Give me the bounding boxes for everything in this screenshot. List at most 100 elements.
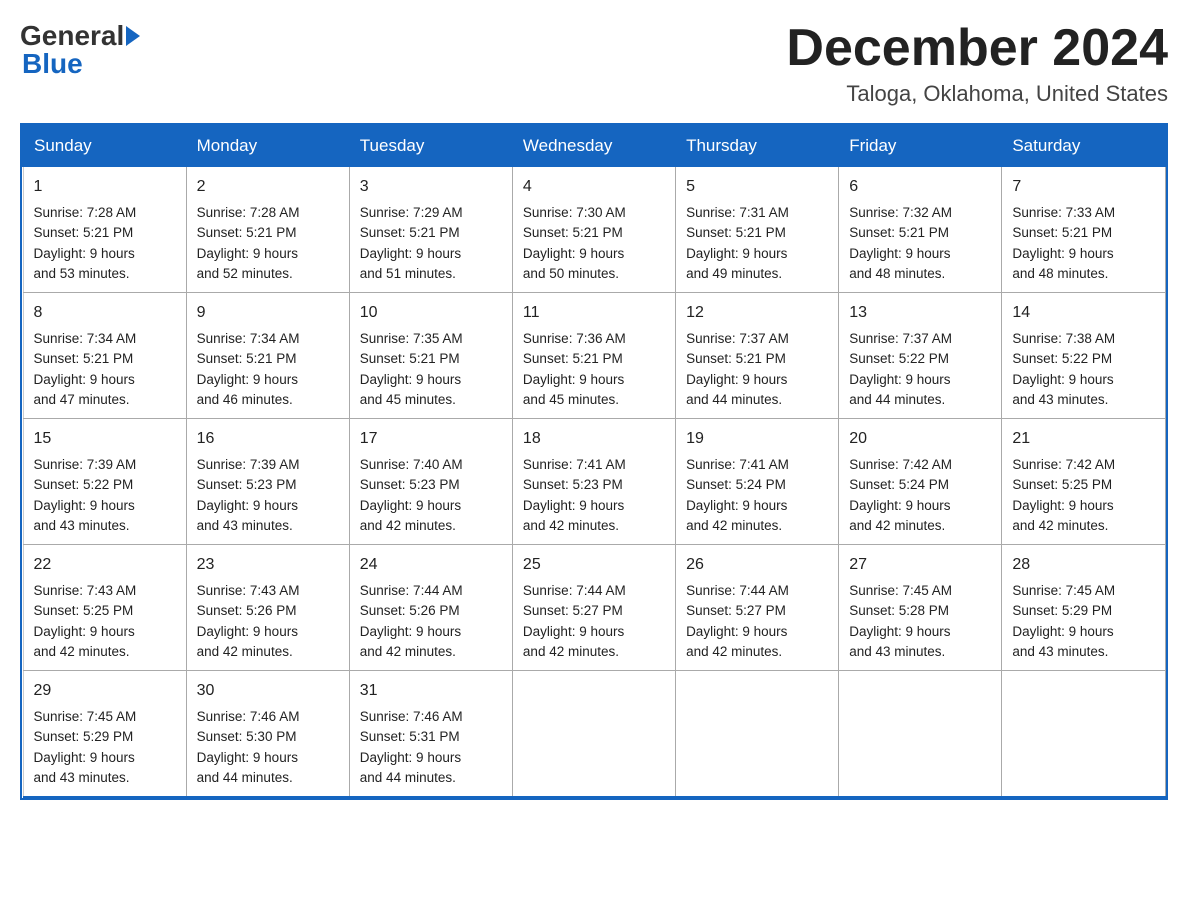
day-number: 16 [197,427,339,451]
calendar-day-cell [676,671,839,798]
day-info: Sunrise: 7:45 AMSunset: 5:28 PMDaylight:… [849,583,952,659]
calendar-day-cell: 25 Sunrise: 7:44 AMSunset: 5:27 PMDaylig… [512,545,675,671]
day-number: 14 [1012,301,1154,325]
day-number: 1 [34,175,176,199]
day-number: 31 [360,679,502,703]
day-number: 15 [34,427,176,451]
calendar-day-cell: 13 Sunrise: 7:37 AMSunset: 5:22 PMDaylig… [839,293,1002,419]
day-number: 30 [197,679,339,703]
calendar-day-cell: 8 Sunrise: 7:34 AMSunset: 5:21 PMDayligh… [23,293,186,419]
day-info: Sunrise: 7:45 AMSunset: 5:29 PMDaylight:… [34,709,137,785]
calendar-day-cell: 9 Sunrise: 7:34 AMSunset: 5:21 PMDayligh… [186,293,349,419]
day-info: Sunrise: 7:41 AMSunset: 5:23 PMDaylight:… [523,457,626,533]
title-area: December 2024 Taloga, Oklahoma, United S… [786,20,1168,107]
calendar-day-cell: 16 Sunrise: 7:39 AMSunset: 5:23 PMDaylig… [186,419,349,545]
day-info: Sunrise: 7:39 AMSunset: 5:23 PMDaylight:… [197,457,300,533]
header-thursday: Thursday [676,126,839,167]
day-info: Sunrise: 7:32 AMSunset: 5:21 PMDaylight:… [849,205,952,281]
logo-arrow-icon [126,26,140,46]
day-number: 27 [849,553,991,577]
day-info: Sunrise: 7:28 AMSunset: 5:21 PMDaylight:… [34,205,137,281]
calendar-day-cell: 28 Sunrise: 7:45 AMSunset: 5:29 PMDaylig… [1002,545,1165,671]
day-info: Sunrise: 7:46 AMSunset: 5:30 PMDaylight:… [197,709,300,785]
day-number: 25 [523,553,665,577]
day-info: Sunrise: 7:44 AMSunset: 5:26 PMDaylight:… [360,583,463,659]
calendar-day-cell: 24 Sunrise: 7:44 AMSunset: 5:26 PMDaylig… [349,545,512,671]
day-info: Sunrise: 7:44 AMSunset: 5:27 PMDaylight:… [523,583,626,659]
day-info: Sunrise: 7:29 AMSunset: 5:21 PMDaylight:… [360,205,463,281]
calendar-day-cell: 18 Sunrise: 7:41 AMSunset: 5:23 PMDaylig… [512,419,675,545]
day-number: 20 [849,427,991,451]
day-number: 13 [849,301,991,325]
day-number: 5 [686,175,828,199]
calendar-table: Sunday Monday Tuesday Wednesday Thursday… [22,125,1166,798]
calendar-day-cell: 26 Sunrise: 7:44 AMSunset: 5:27 PMDaylig… [676,545,839,671]
day-number: 26 [686,553,828,577]
calendar-day-cell [839,671,1002,798]
page-header: General Blue December 2024 Taloga, Oklah… [20,20,1168,107]
day-number: 19 [686,427,828,451]
day-info: Sunrise: 7:43 AMSunset: 5:26 PMDaylight:… [197,583,300,659]
calendar-day-cell: 7 Sunrise: 7:33 AMSunset: 5:21 PMDayligh… [1002,167,1165,293]
day-number: 10 [360,301,502,325]
day-info: Sunrise: 7:37 AMSunset: 5:21 PMDaylight:… [686,331,789,407]
header-saturday: Saturday [1002,126,1165,167]
day-number: 9 [197,301,339,325]
day-info: Sunrise: 7:28 AMSunset: 5:21 PMDaylight:… [197,205,300,281]
calendar-day-cell: 5 Sunrise: 7:31 AMSunset: 5:21 PMDayligh… [676,167,839,293]
day-number: 6 [849,175,991,199]
day-number: 21 [1012,427,1154,451]
day-number: 28 [1012,553,1154,577]
day-info: Sunrise: 7:42 AMSunset: 5:25 PMDaylight:… [1012,457,1115,533]
day-number: 3 [360,175,502,199]
calendar-day-cell: 3 Sunrise: 7:29 AMSunset: 5:21 PMDayligh… [349,167,512,293]
day-info: Sunrise: 7:33 AMSunset: 5:21 PMDaylight:… [1012,205,1115,281]
day-number: 24 [360,553,502,577]
calendar-week-row: 15 Sunrise: 7:39 AMSunset: 5:22 PMDaylig… [23,419,1165,545]
logo-blue-text: Blue [22,48,83,80]
calendar-header-row: Sunday Monday Tuesday Wednesday Thursday… [23,126,1165,167]
day-info: Sunrise: 7:37 AMSunset: 5:22 PMDaylight:… [849,331,952,407]
calendar-day-cell [512,671,675,798]
day-info: Sunrise: 7:41 AMSunset: 5:24 PMDaylight:… [686,457,789,533]
calendar: Sunday Monday Tuesday Wednesday Thursday… [20,123,1168,800]
calendar-day-cell: 6 Sunrise: 7:32 AMSunset: 5:21 PMDayligh… [839,167,1002,293]
calendar-day-cell: 23 Sunrise: 7:43 AMSunset: 5:26 PMDaylig… [186,545,349,671]
day-number: 4 [523,175,665,199]
calendar-week-row: 22 Sunrise: 7:43 AMSunset: 5:25 PMDaylig… [23,545,1165,671]
calendar-week-row: 29 Sunrise: 7:45 AMSunset: 5:29 PMDaylig… [23,671,1165,798]
day-number: 22 [34,553,176,577]
calendar-day-cell: 11 Sunrise: 7:36 AMSunset: 5:21 PMDaylig… [512,293,675,419]
header-monday: Monday [186,126,349,167]
header-wednesday: Wednesday [512,126,675,167]
calendar-day-cell: 31 Sunrise: 7:46 AMSunset: 5:31 PMDaylig… [349,671,512,798]
day-info: Sunrise: 7:45 AMSunset: 5:29 PMDaylight:… [1012,583,1115,659]
calendar-day-cell: 1 Sunrise: 7:28 AMSunset: 5:21 PMDayligh… [23,167,186,293]
day-info: Sunrise: 7:34 AMSunset: 5:21 PMDaylight:… [34,331,137,407]
day-number: 2 [197,175,339,199]
header-sunday: Sunday [23,126,186,167]
calendar-day-cell: 17 Sunrise: 7:40 AMSunset: 5:23 PMDaylig… [349,419,512,545]
day-info: Sunrise: 7:46 AMSunset: 5:31 PMDaylight:… [360,709,463,785]
day-info: Sunrise: 7:36 AMSunset: 5:21 PMDaylight:… [523,331,626,407]
day-number: 17 [360,427,502,451]
calendar-day-cell [1002,671,1165,798]
day-info: Sunrise: 7:42 AMSunset: 5:24 PMDaylight:… [849,457,952,533]
logo: General Blue [20,20,140,80]
day-info: Sunrise: 7:39 AMSunset: 5:22 PMDaylight:… [34,457,137,533]
calendar-day-cell: 19 Sunrise: 7:41 AMSunset: 5:24 PMDaylig… [676,419,839,545]
calendar-day-cell: 21 Sunrise: 7:42 AMSunset: 5:25 PMDaylig… [1002,419,1165,545]
header-friday: Friday [839,126,1002,167]
calendar-day-cell: 15 Sunrise: 7:39 AMSunset: 5:22 PMDaylig… [23,419,186,545]
header-tuesday: Tuesday [349,126,512,167]
day-info: Sunrise: 7:43 AMSunset: 5:25 PMDaylight:… [34,583,137,659]
day-number: 11 [523,301,665,325]
month-title: December 2024 [786,20,1168,77]
day-number: 29 [34,679,176,703]
calendar-day-cell: 2 Sunrise: 7:28 AMSunset: 5:21 PMDayligh… [186,167,349,293]
day-info: Sunrise: 7:31 AMSunset: 5:21 PMDaylight:… [686,205,789,281]
calendar-day-cell: 30 Sunrise: 7:46 AMSunset: 5:30 PMDaylig… [186,671,349,798]
day-number: 23 [197,553,339,577]
day-number: 18 [523,427,665,451]
calendar-day-cell: 29 Sunrise: 7:45 AMSunset: 5:29 PMDaylig… [23,671,186,798]
